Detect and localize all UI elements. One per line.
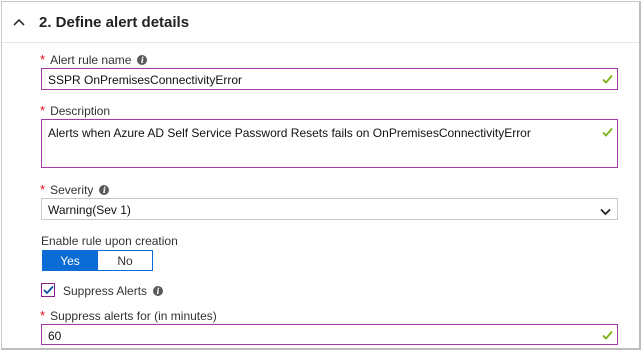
checkmark-icon: [602, 126, 613, 140]
required-asterisk: *: [40, 52, 46, 67]
alert-rule-name-label: * Alert rule name i: [40, 52, 148, 67]
alert-details-panel: 2. Define alert details * Alert rule nam…: [1, 1, 641, 350]
severity-label: * Severity i: [40, 182, 110, 197]
checkmark-icon: [602, 329, 613, 343]
suppress-for-input[interactable]: 60: [41, 324, 618, 345]
suppress-for-label: * Suppress alerts for (in minutes): [40, 308, 217, 323]
suppress-for-value: 60: [48, 329, 62, 343]
description-label: * Description: [40, 103, 110, 118]
divider: [2, 42, 639, 43]
toggle-yes[interactable]: Yes: [43, 251, 97, 270]
info-icon[interactable]: i: [153, 286, 164, 296]
severity-value: Warning(Sev 1): [48, 203, 131, 217]
enable-rule-toggle[interactable]: Yes No: [42, 250, 153, 271]
alert-rule-name-value: SSPR OnPremisesConnectivityError: [48, 73, 243, 87]
info-icon[interactable]: i: [99, 184, 110, 195]
checkmark-icon: [602, 73, 613, 87]
alert-rule-name-input[interactable]: SSPR OnPremisesConnectivityError: [41, 68, 618, 90]
suppress-alerts-checkbox[interactable]: [41, 283, 55, 297]
section-title: 2. Define alert details: [39, 13, 190, 31]
suppress-alerts-label-text: Suppress Alerts: [63, 284, 148, 298]
chevron-up-icon[interactable]: [9, 12, 29, 32]
chevron-down-icon[interactable]: [600, 205, 611, 219]
suppress-for-label-text: Suppress alerts for (in minutes): [50, 308, 217, 323]
severity-label-text: Severity: [50, 182, 94, 197]
toggle-no[interactable]: No: [97, 251, 152, 270]
description-value: Alerts when Azure AD Self Service Passwo…: [48, 126, 531, 140]
required-asterisk: *: [40, 182, 46, 197]
alert-rule-name-label-text: Alert rule name: [50, 52, 132, 67]
enable-rule-label: Enable rule upon creation: [41, 234, 178, 248]
description-textarea[interactable]: Alerts when Azure AD Self Service Passwo…: [41, 119, 618, 168]
description-label-text: Description: [50, 103, 111, 118]
required-asterisk: *: [40, 308, 46, 323]
suppress-alerts-label: Suppress Alerts i: [63, 284, 164, 298]
required-asterisk: *: [40, 103, 46, 118]
enable-rule-label-text: Enable rule upon creation: [41, 234, 178, 248]
section-header[interactable]: 2. Define alert details: [9, 11, 189, 33]
severity-select[interactable]: Warning(Sev 1): [41, 198, 618, 220]
info-icon[interactable]: i: [137, 54, 148, 65]
